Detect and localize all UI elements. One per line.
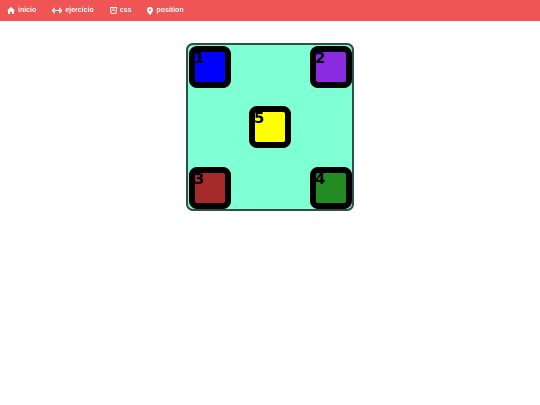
box-5: 5 — [249, 106, 291, 148]
box-3-label: 3 — [194, 170, 205, 188]
dumbbell-icon — [52, 7, 63, 14]
box-4-label: 4 — [315, 170, 326, 188]
position-container: 1 2 3 4 5 — [186, 43, 354, 211]
box-1: 1 — [189, 46, 231, 88]
box-1-label: 1 — [194, 49, 205, 67]
nav-item-position[interactable]: position — [147, 0, 184, 21]
box-4: 4 — [310, 167, 352, 209]
box-5-label: 5 — [254, 109, 265, 127]
nav-item-position-label: position — [156, 7, 184, 14]
box-2-label: 2 — [315, 49, 326, 67]
nav-item-inicio[interactable]: inicio — [7, 0, 36, 21]
home-icon — [7, 7, 15, 14]
nav-item-ejercicio[interactable]: ejercicio — [52, 0, 94, 21]
box-2: 2 — [310, 46, 352, 88]
nav-item-inicio-label: inicio — [18, 7, 37, 14]
nav-item-ejercicio-label: ejercicio — [65, 7, 94, 14]
css3-icon — [109, 7, 117, 14]
map-pin-icon — [147, 6, 154, 15]
top-navbar: inicio ejercicio css position — [0, 0, 540, 21]
nav-item-css[interactable]: css — [109, 0, 132, 21]
nav-item-css-label: css — [119, 7, 132, 14]
box-3: 3 — [189, 167, 231, 209]
